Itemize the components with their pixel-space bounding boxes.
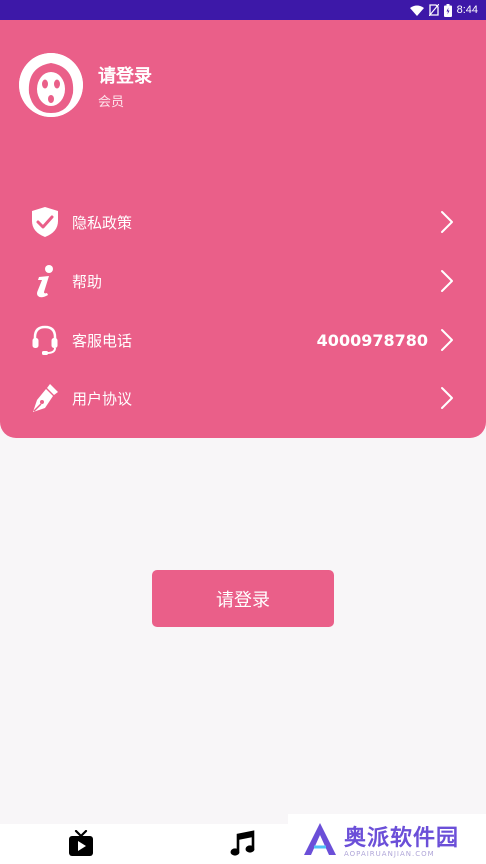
wifi-icon (409, 5, 424, 16)
chevron-right-icon (441, 387, 453, 409)
menu-item-customer-service[interactable]: 客服电话 4000978780 (0, 311, 486, 369)
status-time: 8:44 (456, 4, 478, 16)
ghost-face-avatar (19, 53, 83, 117)
avatar[interactable] (19, 53, 83, 117)
watermark-logo (304, 823, 336, 855)
phone-number[interactable]: 4000978780 (317, 331, 428, 350)
menu-item-label: 隐私政策 (72, 213, 133, 232)
menu-item-help[interactable]: 帮助 (0, 252, 486, 310)
video-play-icon[interactable] (67, 829, 95, 858)
no-sim-icon (428, 4, 439, 16)
music-note-icon[interactable] (229, 830, 257, 858)
pen-nib-icon (30, 381, 60, 415)
chevron-right-icon (441, 270, 453, 292)
profile-panel: 请登录 会员 隐私政策 帮助 客服电话 4000978780 用户协议 (0, 20, 486, 438)
headset-icon (30, 323, 60, 357)
login-button[interactable]: 请登录 (152, 570, 334, 627)
info-icon (30, 264, 60, 298)
watermark-url: AOPAIRUANJIAN.COM (344, 850, 435, 858)
watermark-title: 奥派软件园 (344, 826, 460, 851)
menu-item-label: 客服电话 (72, 331, 133, 350)
menu-item-user-agreement[interactable]: 用户协议 (0, 369, 486, 427)
battery-icon (443, 3, 452, 17)
menu-item-label: 用户协议 (72, 389, 133, 408)
watermark: 奥派软件园 AOPAIRUANJIAN.COM (288, 814, 486, 864)
menu-item-label: 帮助 (72, 272, 103, 291)
chevron-right-icon (441, 211, 453, 233)
chevron-right-icon (441, 329, 453, 351)
shield-check-icon (30, 205, 60, 239)
member-label: 会员 (98, 95, 125, 110)
status-bar: 8:44 (0, 0, 486, 20)
login-prompt-title[interactable]: 请登录 (98, 62, 152, 88)
menu-item-privacy-policy[interactable]: 隐私政策 (0, 193, 486, 251)
